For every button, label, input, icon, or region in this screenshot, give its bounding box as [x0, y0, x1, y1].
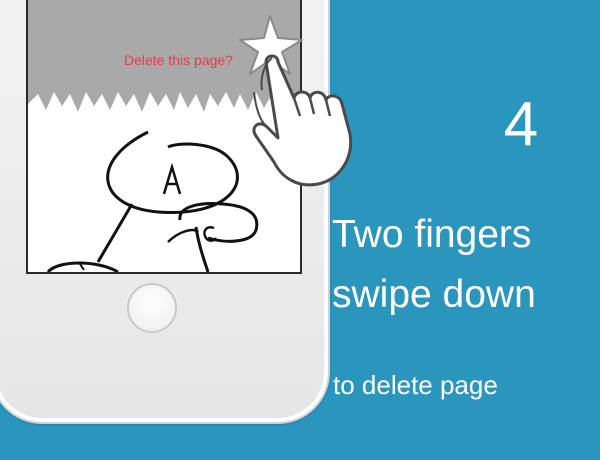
- hand-pointer-icon: [252, 54, 353, 187]
- instruction-subtext: to delete page: [333, 370, 498, 400]
- instruction-line-1: Two fingers: [332, 213, 532, 256]
- instruction-line-2: swipe down: [332, 273, 536, 316]
- step-number: 4: [503, 90, 539, 159]
- home-button[interactable]: [127, 283, 177, 333]
